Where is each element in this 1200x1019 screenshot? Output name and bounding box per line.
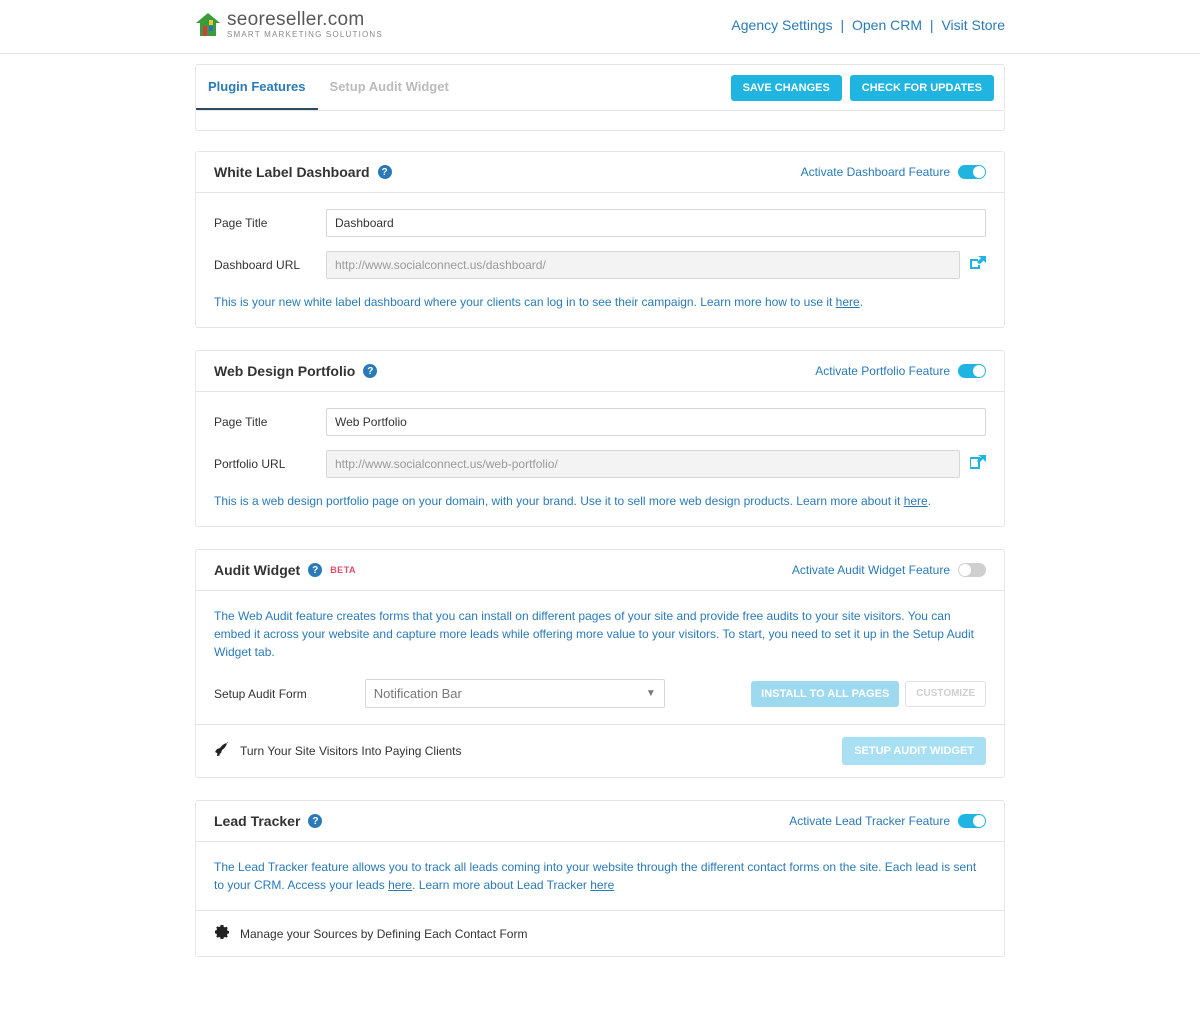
audit-title: Audit Widget (214, 562, 300, 578)
portfolio-url-input (326, 450, 960, 478)
link-agency-settings[interactable]: Agency Settings (731, 17, 832, 33)
beta-badge: BETA (330, 565, 356, 575)
customize-button[interactable]: CUSTOMIZE (905, 681, 986, 707)
portfolio-url-label: Portfolio URL (214, 457, 326, 471)
tab-setup-audit-widget[interactable]: Setup Audit Widget (318, 65, 461, 110)
portfolio-activate-label: Activate Portfolio Feature (815, 364, 950, 378)
check-updates-button[interactable]: CHECK FOR UPDATES (850, 75, 994, 101)
help-icon[interactable]: ? (363, 364, 377, 378)
dashboard-description: This is your new white label dashboard w… (214, 293, 986, 311)
help-icon[interactable]: ? (308, 563, 322, 577)
house-icon (195, 12, 221, 38)
lead-description: The Lead Tracker feature allows you to t… (214, 858, 986, 894)
audit-description: The Web Audit feature creates forms that… (214, 607, 986, 661)
tab-bar: Plugin Features Setup Audit Widget SAVE … (195, 64, 1005, 111)
portfolio-activate-toggle[interactable] (958, 364, 986, 378)
portfolio-title: Web Design Portfolio (214, 363, 355, 379)
link-open-crm[interactable]: Open CRM (852, 17, 922, 33)
rocket-icon (214, 741, 230, 762)
dashboard-url-input (326, 251, 960, 279)
setup-audit-widget-button[interactable]: SETUP AUDIT WIDGET (842, 737, 986, 765)
gear-icon (214, 923, 230, 944)
audit-footer-text: Turn Your Site Visitors Into Paying Clie… (240, 744, 461, 758)
portfolio-description: This is a web design portfolio page on y… (214, 492, 986, 510)
install-all-pages-button[interactable]: INSTALL TO ALL PAGES (751, 681, 899, 707)
external-link-icon[interactable] (970, 256, 986, 275)
audit-activate-label: Activate Audit Widget Feature (792, 563, 950, 577)
audit-form-label: Setup Audit Form (214, 687, 307, 701)
lead-footer-text: Manage your Sources by Defining Each Con… (240, 927, 527, 941)
card-audit-widget: Audit Widget ? BETA Activate Audit Widge… (195, 549, 1005, 778)
chevron-down-icon: ▼ (646, 688, 656, 699)
brand-logo: seoreseller.com SMART MARKETING SOLUTION… (195, 10, 383, 39)
lead-activate-label: Activate Lead Tracker Feature (789, 814, 950, 828)
save-changes-button[interactable]: SAVE CHANGES (731, 75, 842, 101)
portfolio-page-title-input[interactable] (326, 408, 986, 436)
top-nav: Agency Settings | Open CRM | Visit Store (731, 17, 1005, 33)
tab-plugin-features[interactable]: Plugin Features (196, 65, 318, 110)
dashboard-learn-link[interactable]: here (836, 295, 860, 309)
help-icon[interactable]: ? (308, 814, 322, 828)
audit-form-select[interactable]: Notification Bar ▼ (365, 679, 665, 708)
lead-access-link[interactable]: here (388, 878, 412, 892)
lead-learn-link[interactable]: here (590, 878, 614, 892)
dashboard-page-title-input[interactable] (326, 209, 986, 237)
help-icon[interactable]: ? (378, 165, 392, 179)
dashboard-page-title-label: Page Title (214, 216, 326, 230)
card-white-label-dashboard: White Label Dashboard ? Activate Dashboa… (195, 151, 1005, 328)
dashboard-url-label: Dashboard URL (214, 258, 326, 272)
lead-activate-toggle[interactable] (958, 814, 986, 828)
portfolio-learn-link[interactable]: here (904, 494, 928, 508)
dashboard-activate-label: Activate Dashboard Feature (801, 165, 950, 179)
external-link-icon[interactable] (970, 455, 986, 474)
audit-activate-toggle[interactable] (958, 563, 986, 577)
portfolio-page-title-label: Page Title (214, 415, 326, 429)
lead-title: Lead Tracker (214, 813, 300, 829)
brand-name: seoreseller.com (227, 10, 383, 29)
link-visit-store[interactable]: Visit Store (941, 17, 1005, 33)
dashboard-title: White Label Dashboard (214, 164, 370, 180)
card-lead-tracker: Lead Tracker ? Activate Lead Tracker Fea… (195, 800, 1005, 957)
brand-tagline: SMART MARKETING SOLUTIONS (227, 31, 383, 39)
dashboard-activate-toggle[interactable] (958, 165, 986, 179)
card-web-design-portfolio: Web Design Portfolio ? Activate Portfoli… (195, 350, 1005, 527)
